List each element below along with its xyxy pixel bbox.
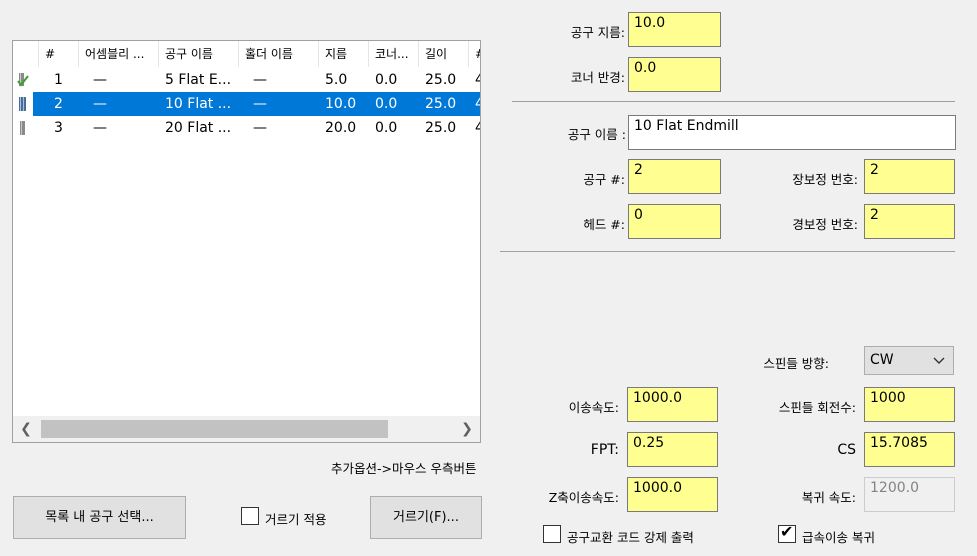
plunge-rate-field[interactable]: 1000.0 bbox=[627, 477, 718, 512]
corner-radius-label: 코너 반경: bbox=[570, 70, 625, 85]
cell-num: 2 bbox=[54, 96, 63, 112]
header-tool-name[interactable]: 공구 이름 bbox=[159, 41, 239, 67]
chevron-down-icon bbox=[933, 357, 945, 364]
tool-name-field[interactable]: 10 Flat Endmill bbox=[628, 115, 956, 150]
length-offset-label: 장보정 번호: bbox=[792, 172, 858, 187]
header-icon-col[interactable] bbox=[13, 41, 39, 67]
spindle-speed-field[interactable]: 1000 bbox=[864, 387, 955, 422]
plunge-rate-label: Z축이송속도: bbox=[548, 490, 619, 505]
cell-length: 25.0 bbox=[425, 96, 457, 112]
cell-holder: — bbox=[253, 72, 267, 88]
filter-apply-label: 거르기 적용 bbox=[265, 512, 327, 527]
cell-diameter: 10.0 bbox=[325, 96, 357, 112]
force-tool-change-checkbox[interactable] bbox=[543, 525, 561, 543]
diameter-field[interactable]: 10.0 bbox=[628, 12, 721, 47]
cell-corner: 0.0 bbox=[375, 96, 398, 112]
scroll-right-icon[interactable]: ❯ bbox=[454, 416, 480, 442]
length-offset-field[interactable]: 2 bbox=[864, 159, 955, 194]
header-diameter[interactable]: 지름 bbox=[319, 41, 369, 67]
separator bbox=[512, 101, 955, 102]
cell-assembly: — bbox=[93, 96, 107, 112]
retract-rate-label: 복귀 속도: bbox=[801, 490, 856, 505]
header-holder[interactable]: 홀더 이름 bbox=[239, 41, 319, 67]
feed-rate-label: 이송속도: bbox=[568, 400, 619, 415]
cs-label: CS bbox=[837, 442, 856, 458]
cell-diameter: 5.0 bbox=[325, 72, 348, 88]
hint-text: 추가옵션->마우스 우측버튼 bbox=[331, 461, 477, 476]
diameter-offset-label: 경보정 번호: bbox=[792, 217, 858, 232]
corner-radius-field[interactable]: 0.0 bbox=[628, 57, 721, 92]
cell-holder: — bbox=[253, 96, 267, 112]
scroll-left-icon[interactable]: ❮ bbox=[13, 416, 39, 442]
cell-diameter: 20.0 bbox=[325, 120, 357, 136]
cell-tool-name: 10 Flat ... bbox=[165, 96, 232, 112]
rapid-retract-checkbox[interactable]: ✔ bbox=[778, 522, 796, 543]
filter-apply-checkbox[interactable] bbox=[241, 507, 259, 525]
table-row[interactable]: 1 — 5 Flat E... — 5.0 0.0 25.0 4 bbox=[13, 68, 480, 92]
cell-length: 25.0 bbox=[425, 120, 457, 136]
header-length[interactable]: 길이 bbox=[419, 41, 469, 67]
header-num[interactable]: # bbox=[39, 41, 79, 67]
tool-number-field[interactable]: 2 bbox=[628, 159, 721, 194]
head-number-label: 헤드 #: bbox=[583, 217, 625, 232]
select-tool-button[interactable]: 목록 내 공구 선택... bbox=[13, 496, 186, 539]
cell-num: 1 bbox=[54, 72, 63, 88]
tool-icon bbox=[19, 97, 26, 111]
cell-extra: 4 bbox=[475, 68, 480, 92]
spindle-direction-label: 스핀들 방향: bbox=[763, 356, 829, 371]
checkmark-icon: ✔ bbox=[780, 522, 794, 541]
retract-rate-field[interactable]: 1200.0 bbox=[864, 477, 955, 512]
separator bbox=[500, 251, 955, 252]
cell-corner: 0.0 bbox=[375, 72, 398, 88]
spindle-direction-value: CW bbox=[870, 352, 894, 368]
force-tool-change-label: 공구교환 코드 강제 출력 bbox=[567, 530, 694, 545]
scrollbar-thumb[interactable] bbox=[41, 420, 388, 438]
header-corner[interactable]: 코너... bbox=[369, 41, 419, 67]
spindle-direction-select[interactable]: CW bbox=[864, 346, 954, 375]
diameter-label: 공구 지름: bbox=[570, 25, 625, 40]
spindle-speed-label: 스핀들 회전수: bbox=[778, 400, 856, 415]
fpt-field[interactable]: 0.25 bbox=[627, 432, 718, 467]
cell-extra: 4 bbox=[475, 92, 480, 116]
header-assembly[interactable]: 어셈블리 ... bbox=[79, 41, 159, 67]
feed-rate-field[interactable]: 1000.0 bbox=[627, 387, 718, 422]
cell-length: 25.0 bbox=[425, 72, 457, 88]
cell-extra: 4 bbox=[475, 116, 480, 140]
filter-button[interactable]: 거르기(F)... bbox=[370, 496, 482, 539]
cell-assembly: — bbox=[93, 72, 107, 88]
tool-list-header: # 어셈블리 ... 공구 이름 홀더 이름 지름 코너... 길이 # bbox=[13, 41, 480, 67]
cs-field[interactable]: 15.7085 bbox=[864, 432, 955, 467]
cell-holder: — bbox=[253, 120, 267, 136]
tool-name-label: 공구 이름 : bbox=[567, 127, 626, 142]
cell-assembly: — bbox=[93, 120, 107, 136]
table-row[interactable]: 3 — 20 Flat ... — 20.0 0.0 25.0 4 bbox=[13, 116, 480, 140]
diameter-offset-field[interactable]: 2 bbox=[864, 204, 955, 239]
fpt-label: FPT: bbox=[590, 442, 619, 458]
table-row[interactable]: 2 — 10 Flat ... — 10.0 0.0 25.0 4 bbox=[13, 92, 480, 116]
cell-tool-name: 5 Flat E... bbox=[165, 72, 232, 88]
head-number-field[interactable]: 0 bbox=[628, 204, 721, 239]
cell-num: 3 bbox=[54, 120, 63, 136]
rapid-retract-label: 급속이송 복귀 bbox=[802, 530, 875, 545]
tool-icon bbox=[20, 121, 25, 135]
horizontal-scrollbar[interactable]: ❮ ❯ bbox=[13, 416, 480, 442]
cell-corner: 0.0 bbox=[375, 120, 398, 136]
tool-checked-icon bbox=[17, 73, 29, 87]
tool-number-label: 공구 #: bbox=[583, 172, 625, 187]
tool-list[interactable]: # 어셈블리 ... 공구 이름 홀더 이름 지름 코너... 길이 # 1 —… bbox=[12, 40, 481, 443]
cell-tool-name: 20 Flat ... bbox=[165, 120, 232, 136]
header-extra[interactable]: # bbox=[469, 41, 480, 67]
